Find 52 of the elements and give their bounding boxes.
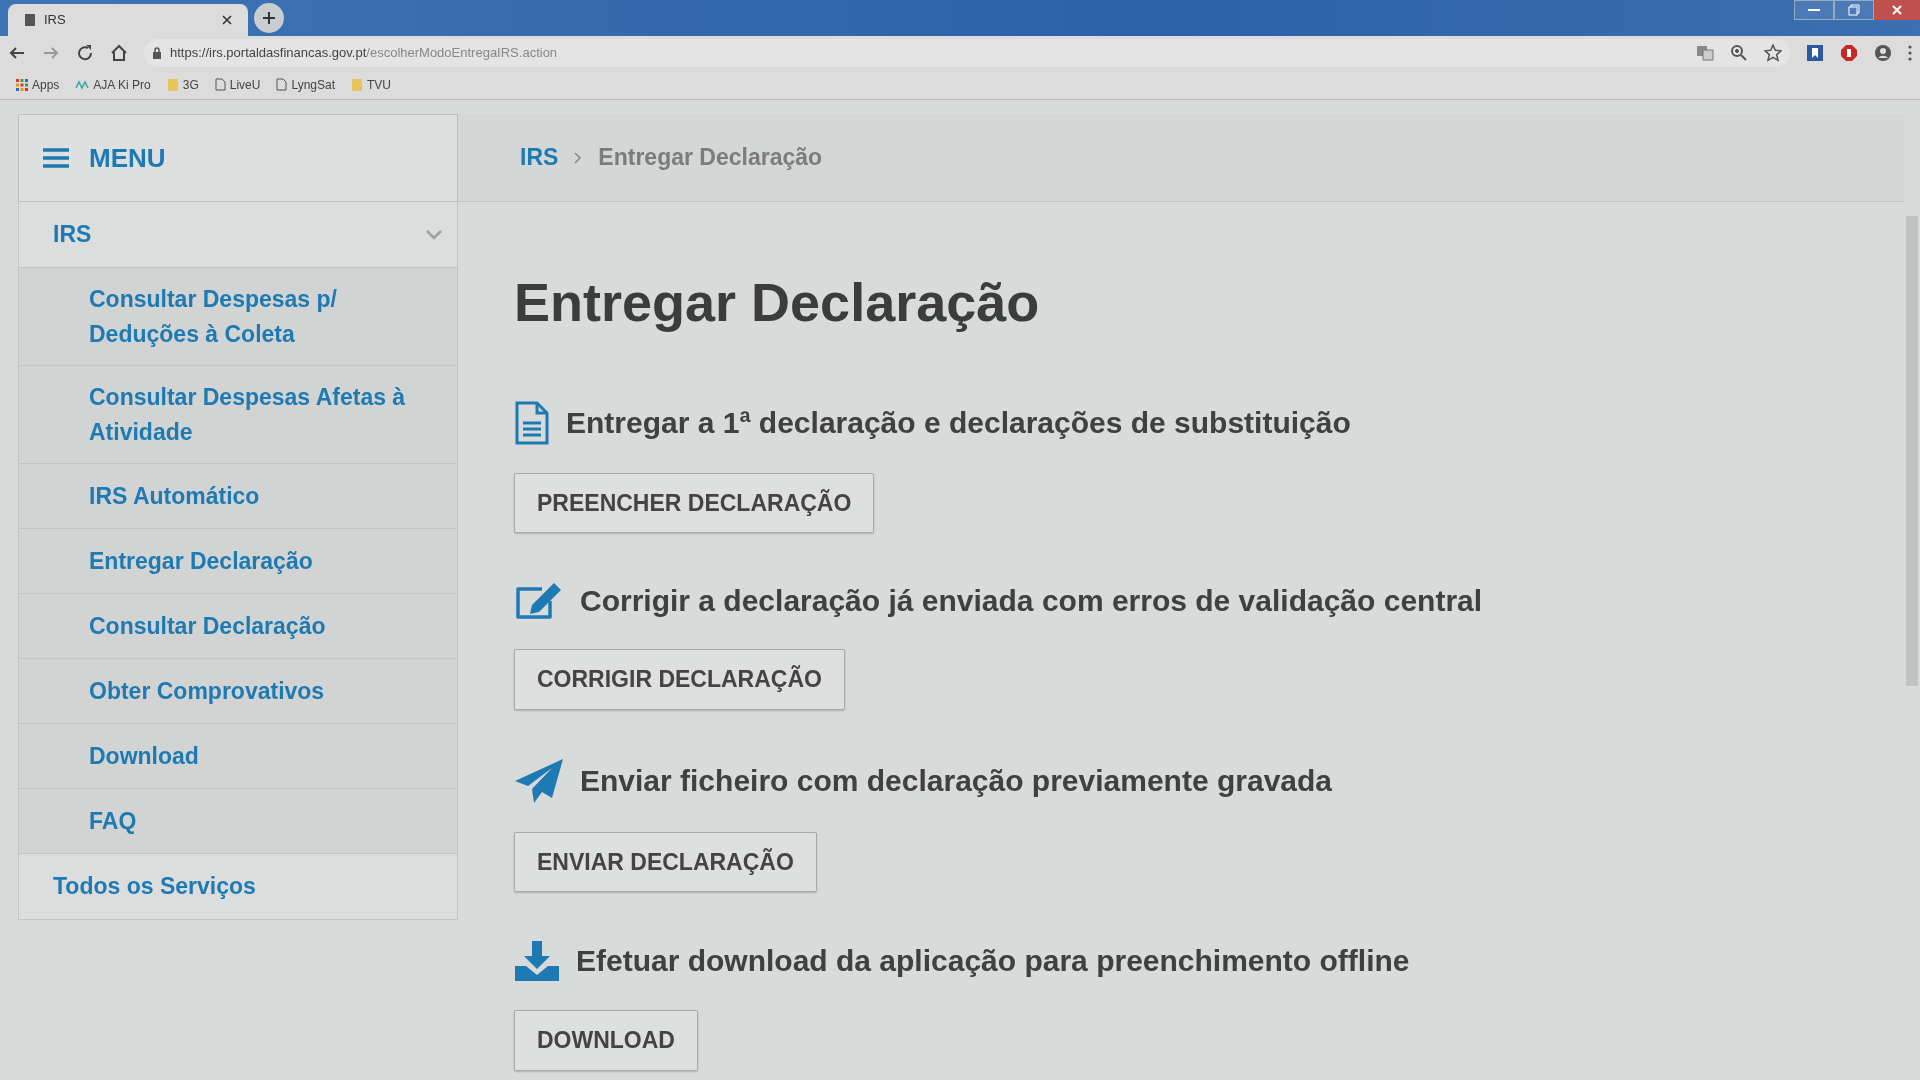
action-button[interactable]: PREENCHER DECLARAÇÃO <box>514 472 875 534</box>
page-title: Entregar Declaração <box>514 271 1041 334</box>
lock-icon <box>152 47 162 59</box>
page-icon <box>276 78 288 91</box>
bookmark-icon[interactable] <box>1806 44 1824 62</box>
breadcrumb-current: Entregar Declaração <box>598 143 823 173</box>
section-heading: Enviar ficheiro com declaração previamente gravada <box>580 762 1332 799</box>
zoom-icon[interactable] <box>1730 44 1748 62</box>
bookmark-link[interactable]: TVU <box>351 75 391 94</box>
grid-icon <box>16 78 28 91</box>
edit-icon <box>514 581 564 622</box>
menu-icon[interactable] <box>43 148 69 168</box>
bookmark-link[interactable]: AJA Ki Pro <box>75 75 151 94</box>
menu-label[interactable]: MENU <box>85 138 166 178</box>
page-icon <box>214 78 226 91</box>
action-button[interactable]: CORRIGIR DECLARAÇÃO <box>514 649 845 710</box>
close-button[interactable] <box>1874 0 1920 20</box>
account-icon[interactable] <box>1874 44 1892 62</box>
address-bar[interactable]: https://irs.portaldasfinancas.gov.pt/escolherModoEntregaIRS.action <box>144 39 1790 67</box>
bookmark-link[interactable]: LiveU <box>214 75 261 94</box>
folder-icon <box>166 77 179 92</box>
bookmark-link[interactable]: LyngSat <box>276 75 335 94</box>
close-icon[interactable] <box>222 15 232 25</box>
star-icon[interactable] <box>1764 44 1782 62</box>
bookmark-link[interactable]: Apps <box>16 75 60 94</box>
more-icon[interactable] <box>1908 45 1912 61</box>
close-icon <box>1892 5 1902 15</box>
chevron-right-icon <box>574 151 583 164</box>
url-text: https://irs.portaldasfinancas.gov.pt/escolherModoEntregaIRS.action <box>170 44 558 63</box>
plus-icon <box>262 11 276 25</box>
action-button[interactable]: ENVIAR DECLARAÇÃO <box>514 831 817 893</box>
wave-icon <box>75 79 90 90</box>
browser-tab[interactable]: IRS <box>8 4 248 36</box>
section-heading: Corrigir a declaração já enviada com erros de validação central <box>580 583 1483 620</box>
translate-icon[interactable] <box>1696 44 1714 62</box>
home-icon[interactable] <box>110 44 128 62</box>
minimize-icon <box>1808 8 1820 12</box>
reload-icon[interactable] <box>76 44 94 62</box>
document-icon <box>514 400 550 445</box>
bookmark-link[interactable]: 3G <box>166 75 199 94</box>
page-icon <box>24 13 36 27</box>
section-heading: Entregar a 1ª declaração e declarações de substituição <box>566 404 1351 441</box>
folder-icon <box>351 77 363 92</box>
restore-icon <box>1848 4 1860 16</box>
download-icon <box>514 940 560 983</box>
paper-plane-icon <box>514 757 564 804</box>
section-heading: Efetuar download da aplicação para preenchimento offline <box>576 943 1410 980</box>
scrollbar-thumb[interactable] <box>1906 216 1918 686</box>
stop-hand-icon[interactable] <box>1840 44 1858 62</box>
new-tab-button[interactable] <box>254 3 284 33</box>
minimize-button[interactable] <box>1794 0 1834 20</box>
action-button[interactable]: DOWNLOAD <box>514 1010 698 1071</box>
